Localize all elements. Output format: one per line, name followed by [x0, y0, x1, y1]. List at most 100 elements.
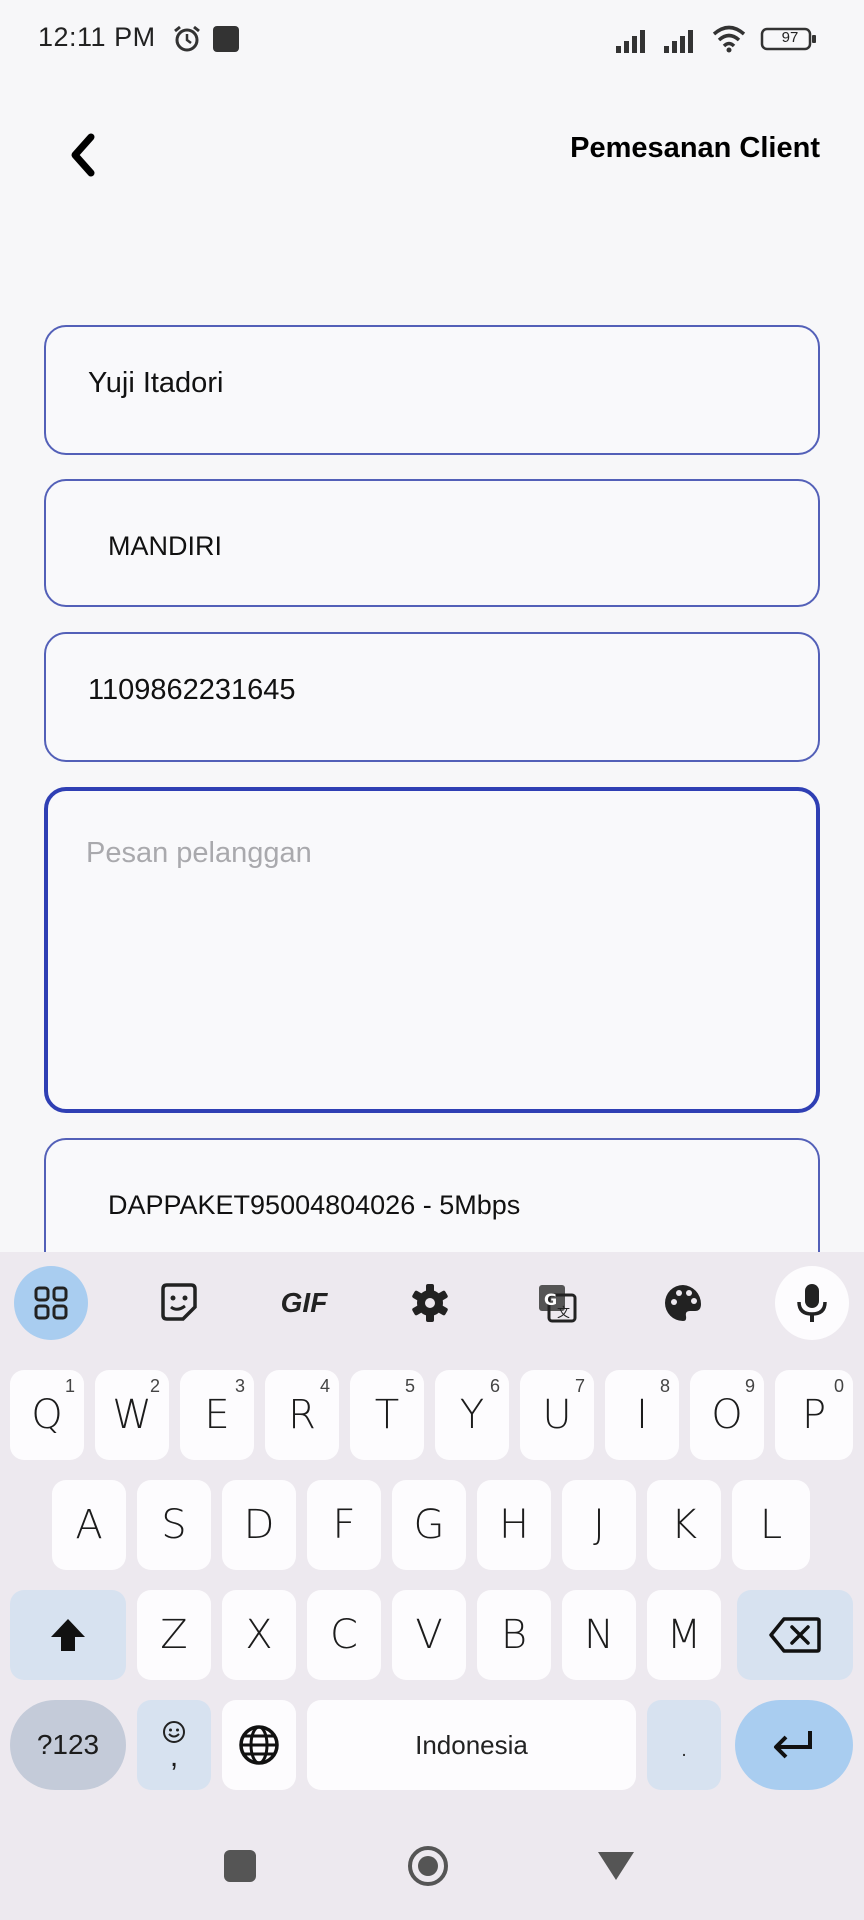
- key-label: G: [413, 1502, 445, 1548]
- comma-label: ,: [169, 1740, 179, 1773]
- key-label: F: [332, 1502, 356, 1548]
- alarm-icon: [174, 25, 200, 52]
- key-p[interactable]: P0: [775, 1370, 853, 1460]
- back-button[interactable]: [60, 128, 106, 182]
- key-z[interactable]: Z: [137, 1590, 211, 1680]
- sticker-icon: [161, 1283, 197, 1321]
- key-j[interactable]: J: [562, 1480, 636, 1570]
- key-y[interactable]: Y6: [435, 1370, 509, 1460]
- key-c[interactable]: C: [307, 1590, 381, 1680]
- key-label: V: [415, 1612, 443, 1658]
- period-key[interactable]: .: [647, 1700, 721, 1790]
- shift-key[interactable]: [10, 1590, 126, 1680]
- message-textarea[interactable]: Pesan pelanggan: [44, 787, 820, 1113]
- key-v[interactable]: V: [392, 1590, 466, 1680]
- settings-button[interactable]: [393, 1266, 467, 1340]
- apps-grid-icon: [34, 1286, 68, 1320]
- bank-field[interactable]: MANDIRI: [44, 479, 820, 607]
- wifi-icon: [712, 25, 746, 53]
- key-label: J: [593, 1502, 605, 1548]
- status-time: 12:11 PM: [38, 22, 156, 52]
- period-label: .: [678, 1725, 690, 1765]
- key-t[interactable]: T5: [350, 1370, 424, 1460]
- symbols-key[interactable]: ?123: [10, 1700, 126, 1790]
- enter-key[interactable]: [735, 1700, 853, 1790]
- key-label: M: [666, 1612, 702, 1658]
- recents-square-icon[interactable]: [224, 1850, 256, 1882]
- backspace-icon: [769, 1617, 821, 1653]
- enter-icon: [774, 1731, 812, 1759]
- key-o[interactable]: O9: [690, 1370, 764, 1460]
- key-l[interactable]: L: [732, 1480, 810, 1570]
- gif-button[interactable]: GIF: [267, 1266, 341, 1340]
- key-i[interactable]: I8: [605, 1370, 679, 1460]
- key-label: O: [711, 1392, 743, 1438]
- key-w[interactable]: W2: [95, 1370, 169, 1460]
- key-a[interactable]: A: [52, 1480, 126, 1570]
- key-f[interactable]: F: [307, 1480, 381, 1570]
- key-label: W: [112, 1392, 152, 1438]
- key-label: U: [542, 1392, 572, 1438]
- key-q[interactable]: Q1: [10, 1370, 84, 1460]
- gif-icon: GIF: [280, 1287, 328, 1318]
- account-number-value: 1109862231645: [88, 674, 296, 706]
- sticker-button[interactable]: [142, 1266, 216, 1340]
- key-label: X: [245, 1612, 273, 1658]
- key-label: A: [75, 1502, 103, 1548]
- key-hint: 6: [489, 1376, 500, 1396]
- status-bar: 12:11 PM 97: [0, 0, 864, 80]
- key-label: L: [759, 1502, 783, 1548]
- key-d[interactable]: D: [222, 1480, 296, 1570]
- symbols-key-label: ?123: [36, 1729, 100, 1760]
- key-b[interactable]: B: [477, 1590, 551, 1680]
- key-hint: 9: [744, 1376, 755, 1396]
- key-r[interactable]: R4: [265, 1370, 339, 1460]
- theme-button[interactable]: [646, 1266, 720, 1340]
- key-s[interactable]: S: [137, 1480, 211, 1570]
- backspace-key[interactable]: [737, 1590, 853, 1680]
- key-label: S: [161, 1502, 187, 1548]
- back-triangle-icon[interactable]: [596, 1850, 636, 1882]
- space-key[interactable]: Indonesia: [307, 1700, 636, 1790]
- key-k[interactable]: K: [647, 1480, 721, 1570]
- key-hint: 1: [64, 1376, 75, 1396]
- key-label: E: [204, 1392, 230, 1438]
- key-hint: 5: [404, 1376, 415, 1396]
- voice-input-button[interactable]: [775, 1266, 849, 1340]
- key-g[interactable]: G: [392, 1480, 466, 1570]
- key-n[interactable]: N: [562, 1590, 636, 1680]
- key-e[interactable]: E3: [180, 1370, 254, 1460]
- key-m[interactable]: M: [647, 1590, 721, 1680]
- key-label: Z: [160, 1612, 188, 1658]
- key-x[interactable]: X: [222, 1590, 296, 1680]
- translate-button[interactable]: G 文: [520, 1266, 594, 1340]
- key-hint: 3: [234, 1376, 245, 1396]
- key-hint: 0: [833, 1376, 844, 1396]
- svg-text:G: G: [544, 1290, 557, 1309]
- key-label: B: [500, 1612, 528, 1658]
- key-label: Y: [459, 1392, 485, 1438]
- key-hint: 2: [149, 1376, 160, 1396]
- key-label: H: [498, 1502, 530, 1548]
- globe-icon: [239, 1725, 279, 1765]
- keyboard: GIF G 文 Q 1 W 2 E 3 R 4 T 5 Y 6 U 7 I 8 …: [0, 1252, 864, 1812]
- key-u[interactable]: U7: [520, 1370, 594, 1460]
- emoji-comma-key[interactable]: ,: [137, 1700, 211, 1790]
- home-circle-icon[interactable]: [406, 1844, 450, 1888]
- key-label: C: [330, 1612, 358, 1658]
- name-field-value: Yuji Itadori: [88, 367, 224, 399]
- language-key[interactable]: [222, 1700, 296, 1790]
- name-field[interactable]: Yuji Itadori: [44, 325, 820, 455]
- mic-icon: [797, 1284, 827, 1322]
- battery-level: 97: [781, 29, 799, 46]
- signal-icon: [664, 30, 693, 53]
- key-label: D: [243, 1502, 275, 1548]
- translate-icon: G 文: [539, 1285, 577, 1323]
- navigation-bar: [0, 1812, 864, 1920]
- account-number-field[interactable]: 1109862231645: [44, 632, 820, 762]
- settings-icon: [412, 1284, 448, 1322]
- apps-grid-button[interactable]: [14, 1266, 88, 1340]
- key-label: N: [584, 1612, 614, 1658]
- key-h[interactable]: H: [477, 1480, 551, 1570]
- package-field-value: DAPPAKET95004804026 - 5Mbps: [108, 1190, 521, 1220]
